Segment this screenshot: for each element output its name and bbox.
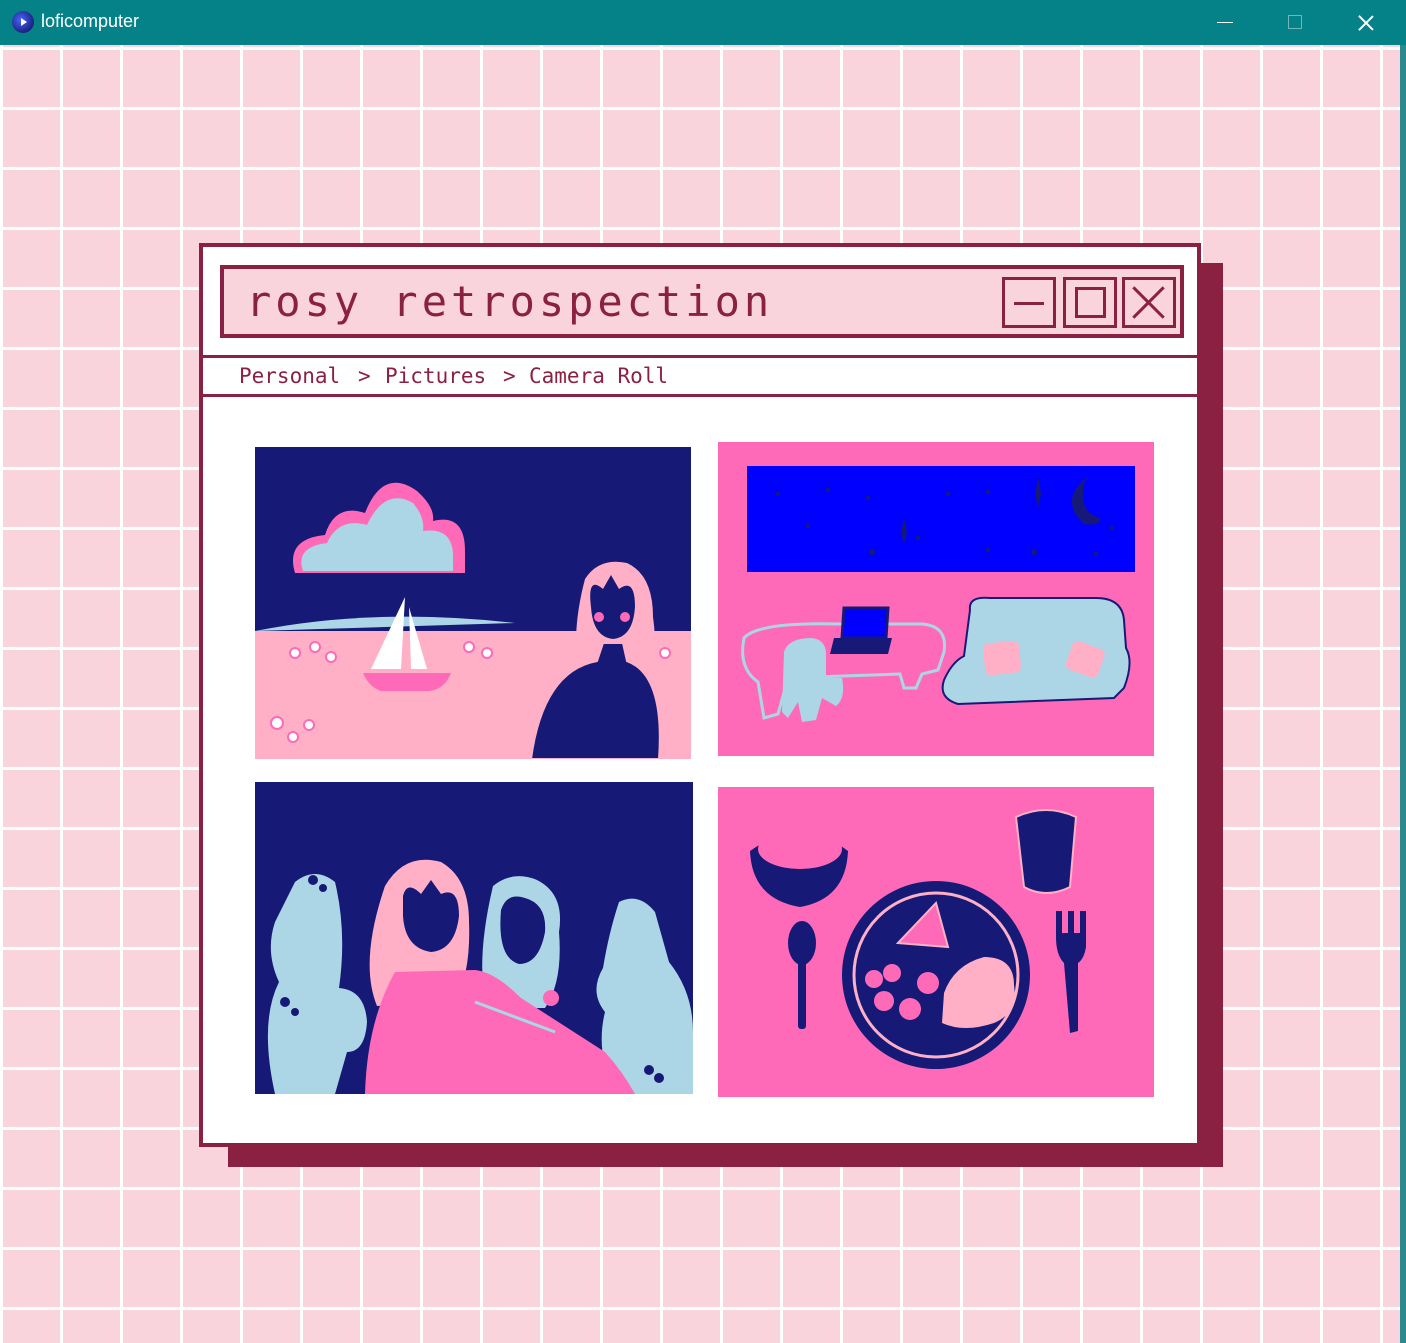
window-maximize-button[interactable] [1063,277,1117,328]
window-close-button[interactable] [1122,277,1176,328]
close-icon[interactable] [1330,0,1400,45]
os-window-title: loficomputer [41,11,140,31]
photo-two-friends[interactable] [255,782,693,1094]
window-header: rosy retrospection [203,247,1197,358]
minimize-icon[interactable] [1190,0,1260,45]
photo-dinner-table[interactable] [718,787,1154,1097]
window-title: rosy retrospection [246,277,774,326]
maximize-icon[interactable] [1259,0,1329,45]
breadcrumb-personal[interactable]: Personal [239,364,340,388]
window-edge [1400,45,1406,1343]
breadcrumb-camera-roll[interactable]: Camera Roll [529,364,668,388]
app-logo-icon [12,11,34,33]
window-titlebar[interactable]: rosy retrospection [220,265,1184,338]
window-minimize-button[interactable] [1002,277,1056,328]
breadcrumb-separator: > [503,364,516,388]
breadcrumb-pictures[interactable]: Pictures [385,364,486,388]
os-titlebar: loficomputer [0,0,1406,45]
breadcrumb: Personal > Pictures > Camera Roll [203,355,1197,397]
app-window: rosy retrospection Personal > Pictures >… [199,243,1201,1147]
photo-seaside-sailboat[interactable] [255,447,691,759]
photo-night-living-room[interactable] [718,442,1154,756]
breadcrumb-separator: > [358,364,371,388]
